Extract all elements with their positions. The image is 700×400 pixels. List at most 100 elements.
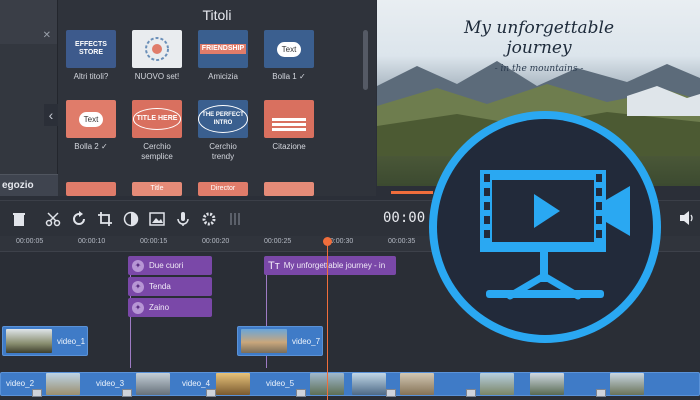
title-caption: Cerchio trendy [209, 142, 237, 161]
image-icon[interactable] [148, 210, 166, 228]
title-clip-label: Zaino [149, 303, 170, 312]
title-thumbnail: FRIENDSHIP [198, 30, 248, 68]
video-thumbnail [46, 373, 80, 395]
ruler-tick: 00:00:05 [16, 238, 44, 245]
title-tile[interactable]: Text Bolla 2 ✓ [66, 100, 116, 152]
preview-title-card: My unforgettable journey - in the mounta… [439, 18, 639, 74]
video-thumbnail [480, 373, 514, 395]
video-thumbnail [241, 329, 287, 353]
title-tile[interactable]: EFFECTS STORE Altri titoli? [66, 30, 116, 82]
rotate-icon[interactable] [70, 210, 88, 228]
title-clip-label: My unforgettable journey - in [283, 261, 386, 270]
video-clip-label: video_2 [6, 379, 35, 388]
transition-icon[interactable] [122, 389, 132, 397]
transition-icon[interactable] [386, 389, 396, 397]
title-thumbnail [132, 30, 182, 68]
title-tile[interactable]: Director [198, 182, 248, 196]
playhead-handle[interactable] [323, 237, 332, 246]
video-thumbnail [530, 373, 564, 395]
title-thumbnail: EFFECTS STORE [66, 30, 116, 68]
text-icon: Tᴛ [268, 259, 280, 272]
trash-icon[interactable] [10, 210, 28, 228]
time-readout: 00:00 [383, 210, 426, 226]
video-clip-label: video_4 [182, 379, 211, 388]
video-thumbnail [136, 373, 170, 395]
preview-subtitle: - in the mountains - [494, 64, 584, 74]
title-caption: Altri titoli? [73, 72, 109, 81]
title-caption: Bolla 2 ✓ [74, 142, 108, 151]
title-caption: NUOVO set! [134, 72, 180, 81]
title-tile[interactable]: Text Bolla 1 ✓ [264, 30, 314, 82]
crop-icon[interactable] [96, 210, 114, 228]
title-clip-label: Tenda [149, 282, 171, 291]
title-tile[interactable]: Title [132, 182, 182, 196]
gallery-scrollbar[interactable] [363, 30, 368, 90]
title-clip-label: Due cuori [149, 261, 184, 270]
video-clip-label: video_7 [292, 336, 321, 346]
title-tile[interactable]: THE PERFECT INTRO Cerchio trendy [198, 100, 248, 162]
titles-heading: Titoli [202, 7, 232, 23]
title-clip[interactable]: ✦ Zaino [128, 298, 212, 317]
video-clip[interactable]: video_1 [2, 326, 88, 356]
title-thumbnail: THE PERFECT INTRO [198, 100, 248, 138]
title-clip-icon: ✦ [132, 280, 144, 293]
title-caption: Cerchio semplice [141, 142, 173, 161]
close-icon[interactable]: ✕ [43, 30, 51, 41]
sidebar-item-label: egozio [2, 180, 34, 191]
ruler-tick: 00:00:15 [140, 238, 168, 245]
title-caption: Amicizia [208, 72, 238, 81]
video-clip[interactable]: video_7 [237, 326, 323, 356]
titles-gallery-panel: Titoli EFFECTS STORE Altri titoli? NUOVO… [58, 0, 376, 196]
ruler-tick: 00:00:20 [202, 238, 230, 245]
title-tile[interactable] [264, 182, 314, 196]
scissors-icon[interactable] [44, 210, 62, 228]
video-clip-label: video_3 [96, 379, 125, 388]
sidebar-item-active[interactable]: egozio [0, 174, 58, 196]
title-tile[interactable]: NUOVO set! [132, 30, 182, 82]
ruler-tick: 00:00:10 [78, 238, 106, 245]
collapse-panel-arrow-icon[interactable]: ‹ [44, 104, 58, 126]
transition-icon[interactable] [206, 389, 216, 397]
video-thumbnail [352, 373, 386, 395]
title-caption: Citazione [272, 142, 306, 151]
title-thumbnail [66, 182, 116, 196]
title-clip[interactable]: ✦ Due cuori [128, 256, 212, 275]
gear-icon[interactable] [200, 210, 218, 228]
title-clip[interactable]: ✦ Tenda [128, 277, 212, 296]
media-sidebar: ✕ egozio [0, 0, 58, 196]
title-caption: Bolla 1 ✓ [272, 72, 306, 81]
sidebar-header: ✕ [0, 0, 57, 44]
transition-icon[interactable] [466, 389, 476, 397]
transition-icon[interactable] [296, 389, 306, 397]
quote-lines-icon [272, 117, 306, 121]
title-tile[interactable]: TITLE HERE Cerchio semplice [132, 100, 182, 162]
volume-icon[interactable] [680, 210, 694, 231]
video-thumbnail [400, 373, 434, 395]
title-tile[interactable]: FRIENDSHIP Amicizia [198, 30, 248, 82]
video-editor-logo [429, 111, 661, 343]
title-clip-icon: ✦ [132, 259, 144, 272]
title-clip[interactable]: Tᴛ My unforgettable journey - in [264, 256, 396, 275]
transition-icon[interactable] [596, 389, 606, 397]
equalizer-icon[interactable] [226, 210, 244, 228]
transition-icon[interactable] [32, 389, 42, 397]
title-tile[interactable] [66, 182, 116, 196]
title-thumbnail: Director [198, 182, 248, 196]
video-thumbnail [610, 373, 644, 395]
title-thumbnail: Text [66, 100, 116, 138]
ruler-tick: 00:00:25 [264, 238, 292, 245]
title-thumbnail [264, 182, 314, 196]
playhead-line [327, 244, 328, 400]
microphone-icon[interactable] [174, 210, 192, 228]
title-thumbnail: Text [264, 30, 314, 68]
title-thumbnail: TITLE HERE [132, 100, 182, 138]
video-thumbnail [6, 329, 52, 353]
title-thumbnail: Title [132, 182, 182, 196]
title-clip-icon: ✦ [132, 301, 144, 314]
video-clip-label: video_5 [266, 379, 295, 388]
title-tile[interactable]: Citazione [264, 100, 314, 152]
title-thumbnail [264, 100, 314, 138]
color-adjust-icon[interactable] [122, 210, 140, 228]
ruler-tick: 00:00:35 [388, 238, 416, 245]
main-video-track: video_2 video_3 video_4 video_5 [0, 368, 700, 400]
